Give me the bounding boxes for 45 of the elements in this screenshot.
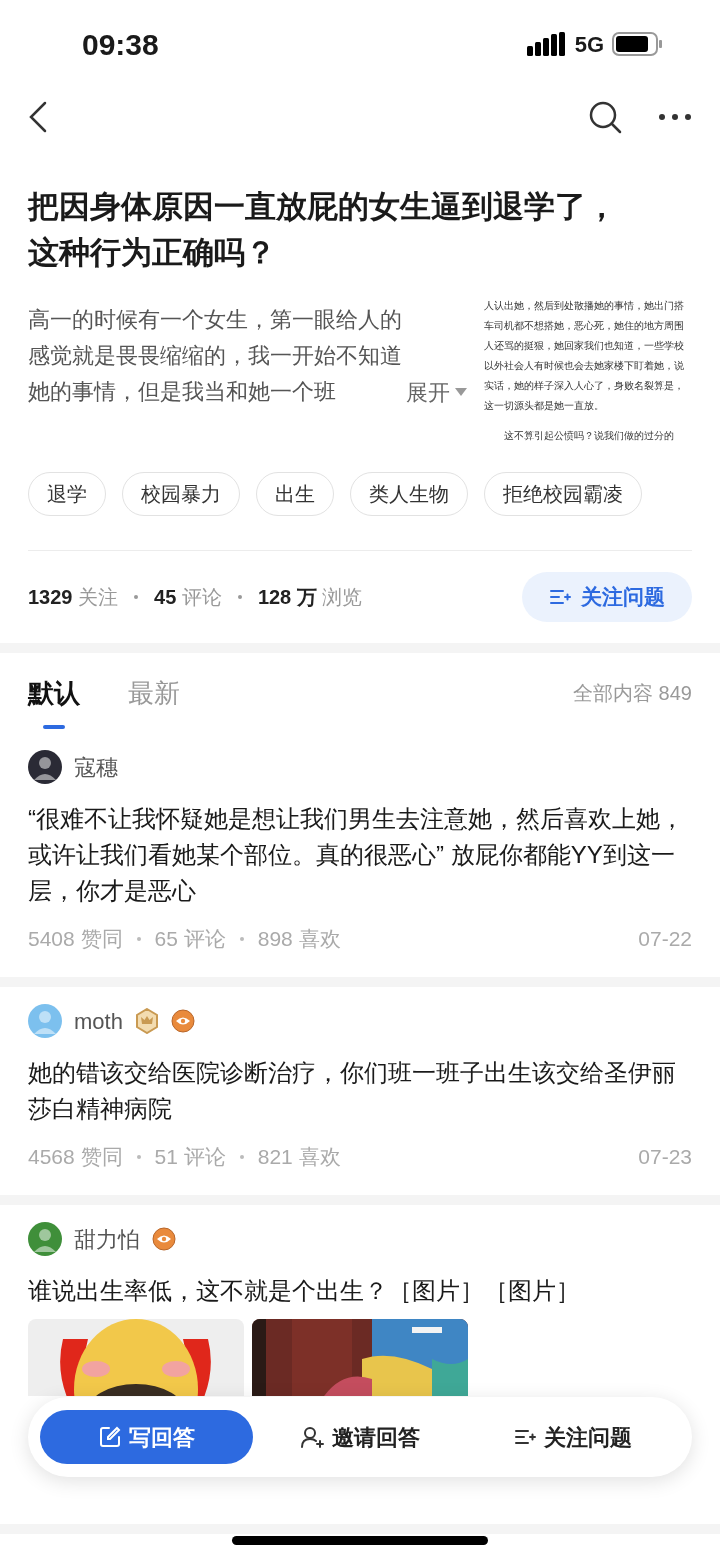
crown-badge-icon	[134, 1008, 159, 1034]
battery-icon	[612, 32, 664, 56]
caret-icon	[454, 387, 468, 397]
answer-stat: 5408 赞同	[28, 926, 123, 953]
image-text: 人认出她，然后到处散播她的事情，她出门搭车司机都不想搭她，恶心死，她住的地方周围人还骂的挺狠，她回家我们也知道，一些学校以外社会人有时候也会去她家楼下盯着她，说实话，她的样子深入人心了，身败名裂算是，这一切源头都是她一直放。	[484, 299, 685, 413]
answer-text[interactable]: “很难不让我怀疑她是想让我们男生去注意她，然后喜欢上她，或许让我们看她某个部位。真的很恶心” 放屁你都能YY到这一层，你才是恶心	[28, 801, 692, 909]
author-name[interactable]: 寇穗	[74, 750, 118, 784]
answer-stat: 821 喜欢	[257, 1144, 341, 1171]
network-label: 5G	[574, 30, 604, 59]
description-image[interactable]: 人认出她，然后到处散播她的事情，她出门搭车司机都不想搭她，恶心死，她住的地方周围人还骂的挺狠，她回家我们也知道，一些学校以外社会人有时候也会去她家楼下盯着她，说实话，她的样子深入人心了，身败名裂算是，这一切源头都是她一直放。 这不算引起公愤吗？说我们做的过分的	[484, 296, 692, 446]
question-stat: 128 万 浏览	[257, 585, 363, 610]
edit-icon	[98, 1426, 121, 1448]
question-stat: 45 评论	[154, 585, 222, 610]
answer-stat: 4568 赞同	[28, 1144, 123, 1171]
action-button[interactable]: 邀请回答	[253, 1410, 467, 1464]
signal-icon	[526, 32, 567, 56]
action-button[interactable]: 关注问题	[466, 1410, 680, 1464]
question-stat: 1329 关注	[28, 585, 119, 610]
answer-stat: 65 评论	[154, 926, 226, 953]
image-text: 这不算引起公愤吗？说我们做的过分的	[503, 429, 675, 443]
expand-button[interactable]: 展开	[406, 374, 468, 410]
status-time: 09:38	[82, 26, 159, 63]
author-name[interactable]: moth	[74, 1004, 123, 1038]
question-description: 高一的时候有一个女生，第一眼给人的感觉就是畏畏缩缩的，我一开始不知道她的事情，但是我当和她一个班	[28, 306, 403, 406]
author-name[interactable]: 甜力怕	[74, 1222, 140, 1256]
answer-text[interactable]: 谁说出生率低，这不就是个出生？［图片］［图片］	[28, 1273, 692, 1309]
answer-date: 07-22	[638, 926, 692, 953]
eye-badge-icon	[152, 1227, 176, 1251]
avatar[interactable]	[28, 750, 62, 784]
follow-icon	[549, 588, 571, 606]
sort-tab[interactable]: 默认	[28, 653, 80, 733]
more-icon[interactable]	[658, 113, 692, 121]
follow-question-button[interactable]: 关注问题	[522, 572, 692, 622]
total-count: 全部内容 849	[573, 681, 692, 706]
search-icon[interactable]	[588, 100, 622, 134]
answer-stat: 898 喜欢	[257, 926, 341, 953]
back-icon[interactable]	[28, 101, 48, 133]
answer-date: 07-23	[638, 1144, 692, 1171]
user-add-icon	[300, 1425, 324, 1449]
answer-stat: 51 评论	[154, 1144, 226, 1171]
follow-icon	[514, 1428, 537, 1446]
eye-badge-icon	[170, 1009, 195, 1033]
question-title: 把因身体原因一直放屁的女生逼到退学了，这种行为正确吗？	[28, 188, 618, 272]
answer-text[interactable]: 她的错该交给医院诊断治疗，你们班一班子出生该交给圣伊丽莎白精神病院	[28, 1055, 692, 1127]
action-button[interactable]: 写回答	[40, 1410, 254, 1464]
